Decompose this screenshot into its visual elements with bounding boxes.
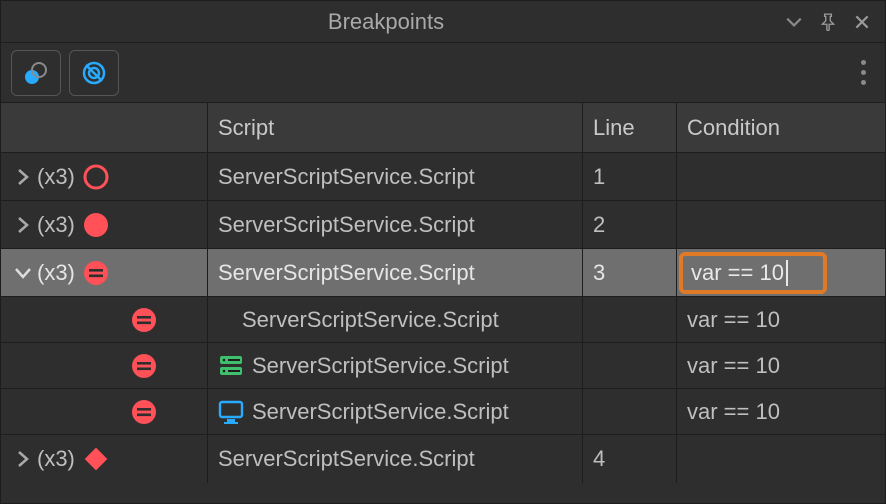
breakpoints-table: Script Line Condition (x3) ServerScriptS…: [1, 103, 885, 503]
chevron-right-icon[interactable]: [13, 215, 33, 235]
more-icon[interactable]: [851, 60, 875, 85]
breakpoint-conditional-icon: [81, 258, 111, 288]
group-count: (x3): [37, 446, 75, 472]
client-monitor-icon: [218, 399, 244, 425]
breakpoints-panel: Breakpoints: [0, 0, 886, 504]
line-cell: 1: [583, 153, 677, 200]
breakpoint-circle-solid-icon: [81, 210, 111, 240]
condition-value: var == 10: [691, 260, 784, 286]
close-icon[interactable]: [853, 13, 871, 31]
table-row[interactable]: (x3) ServerScriptService.Script 3 var ==…: [1, 249, 885, 297]
table-header-row: Script Line Condition: [1, 103, 885, 153]
breakpoint-filter-button[interactable]: [69, 50, 119, 96]
condition-input[interactable]: var == 10: [679, 252, 827, 294]
line-cell: [583, 297, 677, 342]
line-cell: 3: [583, 249, 677, 296]
table-row[interactable]: (x3) ServerScriptService.Script 4: [1, 435, 885, 483]
condition-cell[interactable]: var == 10: [677, 343, 885, 388]
line-cell: 4: [583, 435, 677, 483]
col-header-script[interactable]: Script: [208, 103, 583, 152]
condition-cell[interactable]: var == 10: [677, 297, 885, 342]
col-header-group[interactable]: [1, 103, 208, 152]
table-row[interactable]: ServerScriptService.Script var == 10: [1, 389, 885, 435]
condition-cell[interactable]: var == 10: [677, 389, 885, 434]
breakpoint-logpoint-icon: [81, 444, 111, 474]
col-header-line[interactable]: Line: [583, 103, 677, 152]
titlebar: Breakpoints: [1, 1, 885, 43]
group-cell[interactable]: (x3): [1, 201, 208, 248]
toolbar: [1, 43, 885, 103]
condition-cell[interactable]: [677, 201, 885, 248]
panel-dropdown-icon[interactable]: [785, 13, 803, 31]
breakpoint-conditional-icon: [129, 305, 159, 335]
script-cell: ServerScriptService.Script: [208, 153, 583, 200]
text-caret: [786, 260, 788, 286]
table-row[interactable]: (x3) ServerScriptService.Script 1: [1, 153, 885, 201]
script-cell: ServerScriptService.Script: [208, 201, 583, 248]
condition-cell[interactable]: [677, 435, 885, 483]
group-cell[interactable]: (x3): [1, 435, 208, 483]
breakpoint-conditional-icon: [129, 397, 159, 427]
chevron-down-icon[interactable]: [13, 263, 33, 283]
chevron-right-icon[interactable]: [13, 449, 33, 469]
panel-title: Breakpoints: [328, 9, 444, 35]
line-cell: 2: [583, 201, 677, 248]
table-row[interactable]: (x3) ServerScriptService.Script 2: [1, 201, 885, 249]
group-cell[interactable]: (x3): [1, 249, 208, 296]
condition-cell[interactable]: var == 10: [677, 249, 885, 296]
breakpoint-circle-outline-icon: [81, 162, 111, 192]
script-cell: ServerScriptService.Script: [208, 435, 583, 483]
new-breakpoint-button[interactable]: [11, 50, 61, 96]
script-cell: ServerScriptService.Script: [208, 343, 583, 388]
col-header-condition[interactable]: Condition: [677, 103, 885, 152]
pin-icon[interactable]: [819, 13, 837, 31]
condition-cell[interactable]: [677, 153, 885, 200]
table-row[interactable]: ServerScriptService.Script var == 10: [1, 297, 885, 343]
server-icon: [218, 353, 244, 379]
line-cell: [583, 389, 677, 434]
group-cell: [1, 297, 208, 342]
script-cell: ServerScriptService.Script: [208, 297, 583, 342]
group-count: (x3): [37, 260, 75, 286]
group-count: (x3): [37, 212, 75, 238]
group-cell: [1, 389, 208, 434]
chevron-right-icon[interactable]: [13, 167, 33, 187]
group-cell[interactable]: (x3): [1, 153, 208, 200]
breakpoint-conditional-icon: [129, 351, 159, 381]
script-cell: ServerScriptService.Script: [208, 249, 583, 296]
group-cell: [1, 343, 208, 388]
table-row[interactable]: ServerScriptService.Script var == 10: [1, 343, 885, 389]
script-cell: ServerScriptService.Script: [208, 389, 583, 434]
group-count: (x3): [37, 164, 75, 190]
line-cell: [583, 343, 677, 388]
